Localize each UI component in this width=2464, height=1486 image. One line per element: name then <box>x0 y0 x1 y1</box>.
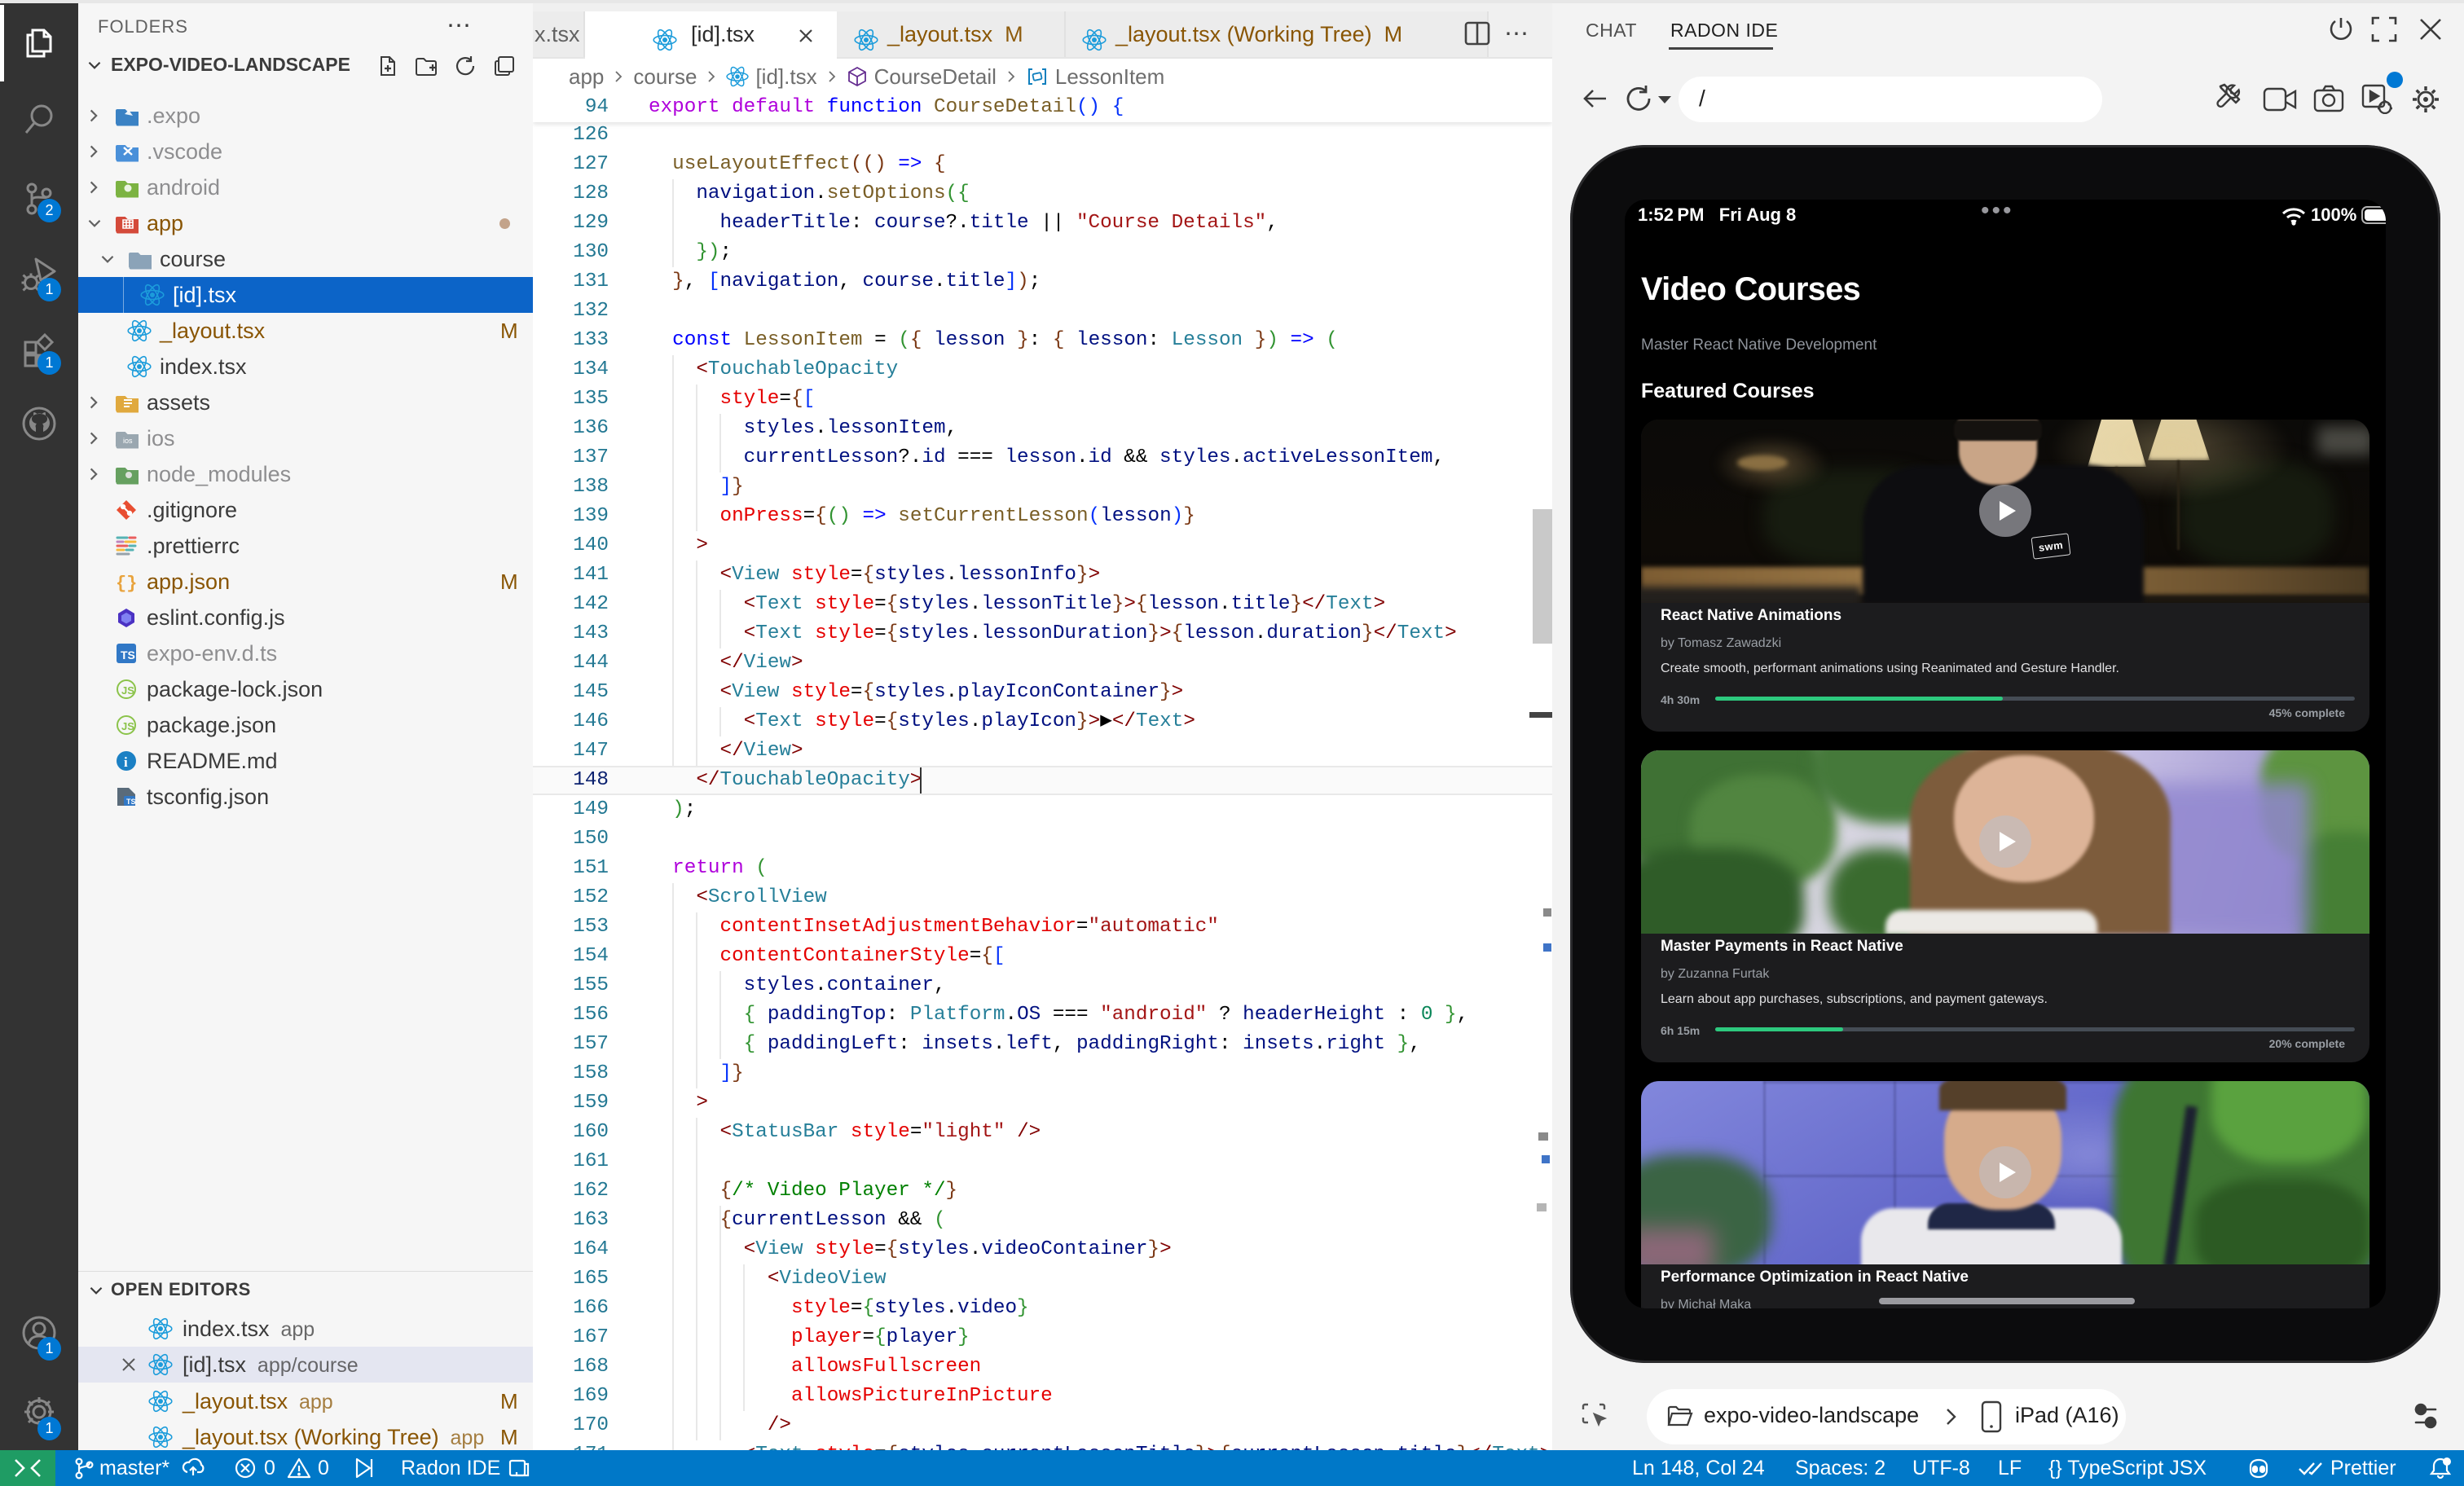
svg-text:i: i <box>124 754 128 770</box>
svg-text:ios: ios <box>123 437 133 445</box>
svg-text:JS: JS <box>121 720 134 732</box>
svg-text:TS: TS <box>121 648 135 662</box>
svg-text:JS: JS <box>121 684 134 697</box>
svg-text:{}: {} <box>116 574 137 594</box>
svg-text:TS: TS <box>126 798 136 806</box>
